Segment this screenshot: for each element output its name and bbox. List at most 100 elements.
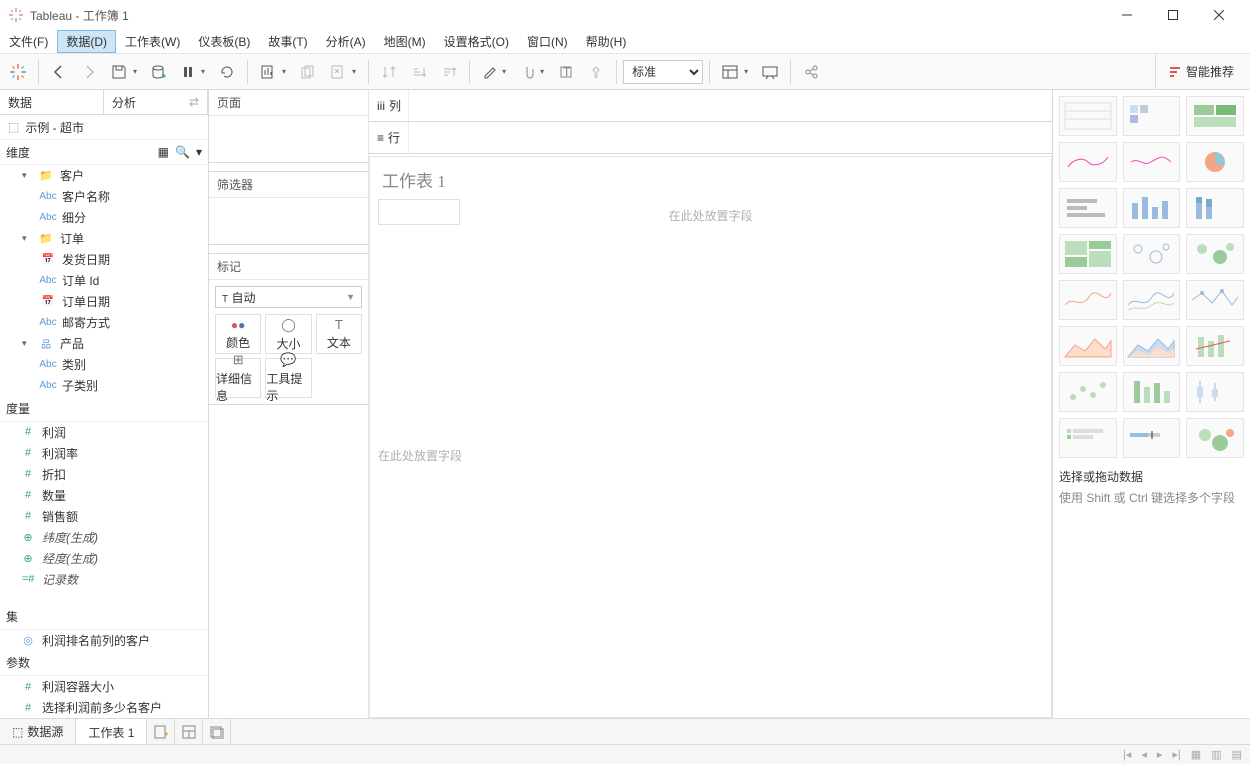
menu-format[interactable]: 设置格式(O) — [435, 30, 518, 53]
show-me-chart-22[interactable] — [1123, 418, 1181, 458]
data-tab[interactable]: 数据 — [0, 90, 104, 114]
datasource-tab[interactable]: ⬚数据源 — [0, 719, 76, 744]
close-button[interactable] — [1196, 0, 1242, 30]
show-me-chart-14[interactable] — [1186, 280, 1244, 320]
measure-item[interactable]: ⊕经度(生成) — [0, 548, 208, 569]
dimension-item[interactable]: Abc客户名称 — [0, 186, 208, 207]
show-me-chart-20[interactable] — [1186, 372, 1244, 412]
grid-view-icon[interactable]: ▦ — [1191, 748, 1201, 761]
show-me-chart-19[interactable] — [1123, 372, 1181, 412]
measure-item[interactable]: #销售额 — [0, 506, 208, 527]
show-me-chart-18[interactable] — [1059, 372, 1117, 412]
refresh-button[interactable] — [213, 58, 241, 86]
show-me-chart-11[interactable] — [1186, 234, 1244, 274]
dimension-item[interactable]: Abc子类别 — [0, 375, 208, 396]
swap-button[interactable] — [375, 58, 403, 86]
sheet-view[interactable]: 工作表 1 在此处放置字段 在此处放置字段 — [369, 156, 1052, 718]
show-me-chart-9[interactable] — [1059, 234, 1117, 274]
fit-select[interactable]: 标准 — [623, 60, 703, 84]
new-dashboard-button[interactable] — [175, 719, 203, 744]
forward-button[interactable] — [75, 58, 103, 86]
mark-大小[interactable]: ◯大小 — [265, 314, 311, 354]
next-icon[interactable]: ▸ — [1157, 748, 1163, 761]
mark-工具提示[interactable]: 💬工具提示 — [265, 358, 311, 398]
rows-shelf[interactable]: ≡行 — [369, 122, 1052, 154]
show-me-chart-23[interactable] — [1186, 418, 1244, 458]
new-sheet-button[interactable] — [147, 719, 175, 744]
menu-story[interactable]: 故事(T) — [259, 30, 316, 53]
menu-help[interactable]: 帮助(H) — [577, 30, 636, 53]
menu-data[interactable]: 数据(D) — [57, 30, 116, 53]
show-me-chart-17[interactable] — [1186, 326, 1244, 366]
show-cards-button[interactable]: ▾ — [716, 58, 754, 86]
last-icon[interactable]: ▸| — [1172, 748, 1180, 761]
show-me-chart-10[interactable] — [1123, 234, 1181, 274]
show-me-chart-3[interactable] — [1059, 142, 1117, 182]
maximize-button[interactable] — [1150, 0, 1196, 30]
menu-map[interactable]: 地图(M) — [375, 30, 435, 53]
minimize-button[interactable] — [1104, 0, 1150, 30]
show-me-chart-7[interactable] — [1123, 188, 1181, 228]
view-toggle-icon[interactable]: ▦ — [158, 145, 169, 159]
dimension-item[interactable]: ▾📁订单 — [0, 228, 208, 249]
share-button[interactable] — [797, 58, 825, 86]
set-item[interactable]: ◎利润排名前列的客户 — [0, 630, 208, 651]
show-me-chart-5[interactable] — [1186, 142, 1244, 182]
show-me-toggle[interactable]: 智能推荐 — [1155, 54, 1246, 90]
list-view-icon[interactable]: ▤ — [1232, 748, 1242, 761]
duplicate-button[interactable] — [294, 58, 322, 86]
show-me-chart-12[interactable] — [1059, 280, 1117, 320]
measure-item[interactable]: #折扣 — [0, 464, 208, 485]
dimension-item[interactable]: 📅订单日期 — [0, 291, 208, 312]
sort-desc-button[interactable] — [435, 58, 463, 86]
pause-updates-button[interactable]: ▾ — [175, 58, 211, 86]
tableau-icon[interactable] — [4, 58, 32, 86]
show-me-chart-1[interactable] — [1123, 96, 1181, 136]
dimension-item[interactable]: Abc细分 — [0, 207, 208, 228]
measure-item[interactable]: =#记录数 — [0, 569, 208, 590]
menu-dashboard[interactable]: 仪表板(B) — [189, 30, 259, 53]
param-item[interactable]: #选择利润前多少名客户 — [0, 697, 208, 718]
first-icon[interactable]: |◂ — [1123, 748, 1131, 761]
show-me-chart-21[interactable] — [1059, 418, 1117, 458]
show-me-chart-0[interactable] — [1059, 96, 1117, 136]
show-me-chart-13[interactable] — [1123, 280, 1181, 320]
dimension-item[interactable]: Abc订单 Id — [0, 270, 208, 291]
highlight-button[interactable]: ▾ — [476, 58, 512, 86]
dimension-item[interactable]: ▾📁客户 — [0, 165, 208, 186]
new-worksheet-button[interactable]: ▾ — [254, 58, 292, 86]
analytics-tab[interactable]: 分析⇄ — [104, 90, 208, 114]
pin-button[interactable] — [582, 58, 610, 86]
mark-颜色[interactable]: ●●颜色 — [215, 314, 261, 354]
menu-window[interactable]: 窗口(N) — [518, 30, 577, 53]
attach-button[interactable]: ▾ — [514, 58, 550, 86]
show-me-chart-15[interactable] — [1059, 326, 1117, 366]
mark-文本[interactable]: T文本 — [316, 314, 362, 354]
dimension-item[interactable]: 📅发货日期 — [0, 249, 208, 270]
dimension-item[interactable]: Abc类别 — [0, 354, 208, 375]
new-story-button[interactable] — [203, 719, 231, 744]
clear-button[interactable]: ▾ — [324, 58, 362, 86]
columns-shelf[interactable]: iii列 — [369, 90, 1052, 122]
sheet-tab[interactable]: 工作表 1 — [76, 719, 147, 744]
measure-item[interactable]: #利润 — [0, 422, 208, 443]
tile-view-icon[interactable]: ▥ — [1211, 748, 1221, 761]
menu-worksheet[interactable]: 工作表(W) — [116, 30, 189, 53]
presentation-button[interactable] — [756, 58, 784, 86]
sort-asc-button[interactable] — [405, 58, 433, 86]
measure-item[interactable]: ⊕纬度(生成) — [0, 527, 208, 548]
label-button[interactable]: T — [552, 58, 580, 86]
new-datasource-button[interactable] — [145, 58, 173, 86]
param-item[interactable]: #利润容器大小 — [0, 676, 208, 697]
marks-type-select[interactable]: T 自动▼ — [215, 286, 362, 308]
show-me-chart-4[interactable] — [1123, 142, 1181, 182]
dimension-item[interactable]: Abc邮寄方式 — [0, 312, 208, 333]
menu-file[interactable]: 文件(F) — [0, 30, 57, 53]
mark-详细信息[interactable]: ⊞详细信息 — [215, 358, 261, 398]
menu-analysis[interactable]: 分析(A) — [317, 30, 375, 53]
show-me-chart-2[interactable] — [1186, 96, 1244, 136]
search-icon[interactable]: 🔍 — [175, 145, 190, 159]
show-me-chart-8[interactable] — [1186, 188, 1244, 228]
menu-icon[interactable]: ▾ — [196, 145, 202, 159]
filters-shelf[interactable] — [209, 198, 368, 244]
